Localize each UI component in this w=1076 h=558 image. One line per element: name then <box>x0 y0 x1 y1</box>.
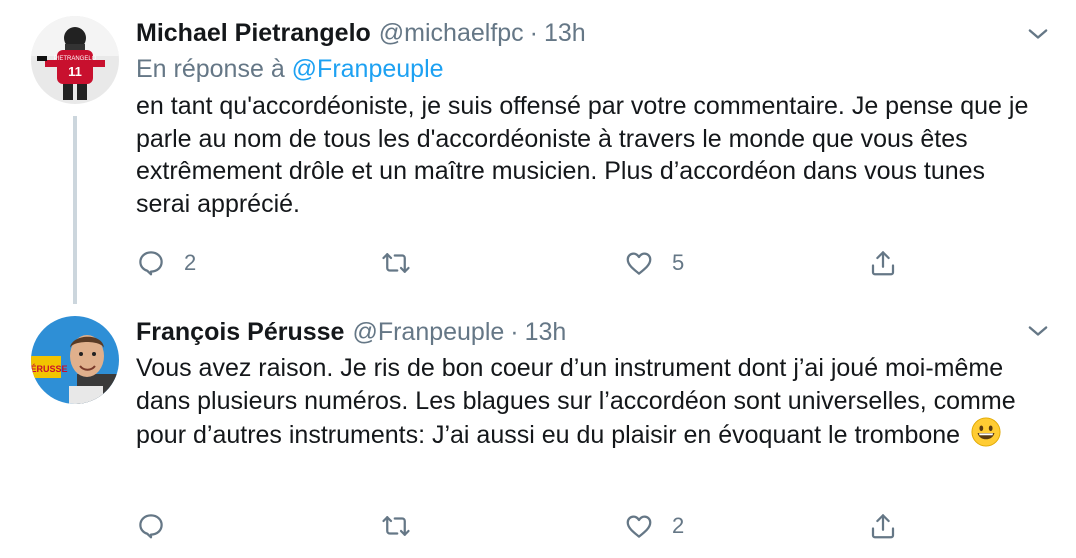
like-count: 5 <box>672 250 685 275</box>
svg-text:11: 11 <box>68 64 82 79</box>
chevron-down-icon[interactable] <box>1024 20 1052 48</box>
like-count: 2 <box>672 513 685 538</box>
tweet-actions: 2 5 <box>136 245 896 281</box>
reply-mention-link[interactable]: @Franpeuple <box>292 55 444 83</box>
reply-button[interactable]: 2 <box>136 245 196 281</box>
thread-connector-line <box>73 116 77 304</box>
timestamp[interactable]: 13h <box>525 318 567 347</box>
reply-prefix: En réponse à <box>136 55 285 83</box>
separator-dot: · <box>529 18 538 47</box>
reply-icon <box>139 514 163 539</box>
retweet-button[interactable] <box>381 508 429 544</box>
reply-button[interactable] <box>136 508 184 544</box>
share-button[interactable] <box>868 245 898 281</box>
tweet-header: François Pérusse @Franpeuple · 13h <box>136 315 566 349</box>
grinning-face-emoji <box>971 417 1001 447</box>
tweet-text: en tant qu'accordéoniste, je suis offens… <box>136 92 1029 218</box>
share-icon <box>871 514 895 539</box>
heart-icon <box>626 252 652 275</box>
tweet-actions: 2 <box>136 508 896 544</box>
author-name[interactable]: François Pérusse <box>136 318 344 347</box>
reply-count: 2 <box>184 250 197 275</box>
like-button[interactable]: 2 <box>624 508 684 544</box>
avatar-michael[interactable]: PIETRANGELO 11 <box>31 16 119 104</box>
author-name[interactable]: Michael Pietrangelo <box>136 19 371 48</box>
svg-text:PIETRANGELO: PIETRANGELO <box>54 56 97 62</box>
retweet-icon <box>382 516 410 536</box>
reply-context: En réponse à @Franpeuple <box>136 55 444 84</box>
timestamp[interactable]: 13h <box>544 19 586 48</box>
retweet-icon <box>382 253 410 273</box>
heart-icon <box>626 515 652 538</box>
share-button[interactable] <box>868 508 898 544</box>
tweet-text: Vous avez raison. Je ris de bon coeur d’… <box>136 352 1046 452</box>
tweet-header: Michael Pietrangelo @michaelfpc · 13h <box>136 16 586 50</box>
like-button[interactable]: 5 <box>624 245 684 281</box>
retweet-button[interactable] <box>381 245 429 281</box>
reply-icon <box>139 251 163 276</box>
chevron-down-icon[interactable] <box>1024 317 1052 345</box>
svg-text:PÉRUSSE: PÉRUSSE <box>31 364 68 374</box>
avatar-francois[interactable]: PÉRUSSE <box>31 316 119 404</box>
share-icon <box>871 251 895 276</box>
author-handle[interactable]: @michaelfpc <box>379 19 524 48</box>
tweet-text-content: Vous avez raison. Je ris de bon coeur d’… <box>136 354 1016 449</box>
author-handle[interactable]: @Franpeuple <box>352 318 504 347</box>
separator-dot: · <box>510 317 519 346</box>
